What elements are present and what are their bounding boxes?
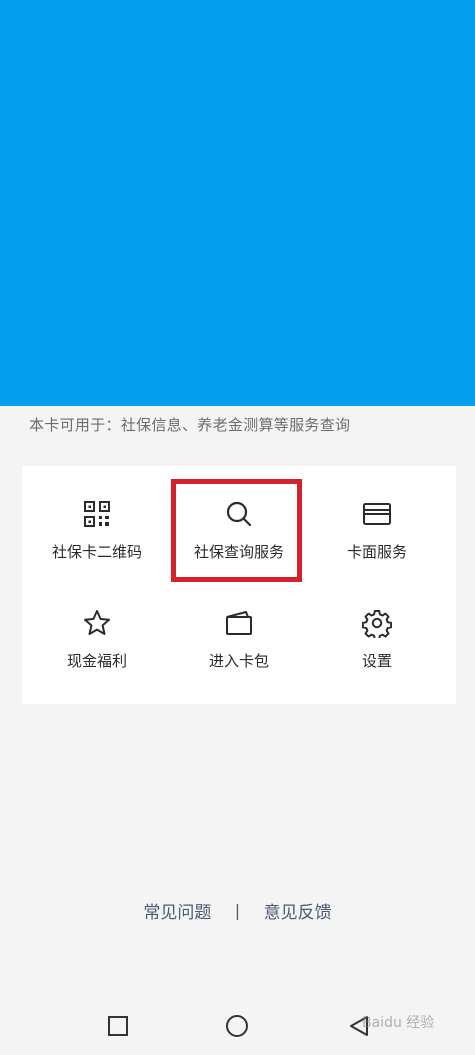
qr-code-service[interactable]: 社保卡二维码	[22, 499, 172, 562]
footer-separator: |	[234, 901, 241, 920]
service-label: 设置	[361, 652, 392, 670]
wallet-icon	[226, 611, 252, 635]
star-icon	[84, 610, 110, 635]
card-icon	[363, 503, 391, 525]
recent-apps-icon[interactable]	[107, 1015, 129, 1037]
enter-card-wallet-service[interactable]: 进入卡包	[164, 608, 314, 671]
watermark: Baidu 经验	[362, 1015, 435, 1031]
settings-service[interactable]: 设置	[302, 608, 452, 671]
cash-benefit-service[interactable]: 现金福利	[22, 608, 172, 671]
faq-link[interactable]: 常见问题	[143, 898, 211, 923]
card-banner	[0, 0, 475, 406]
gear-icon	[362, 610, 392, 638]
qr-code-icon	[84, 501, 110, 527]
service-label: 社保卡二维码	[51, 543, 142, 561]
footer-links: 常见问题 | 意见反馈	[0, 898, 475, 923]
card-face-service[interactable]: 卡面服务	[302, 499, 452, 562]
highlight-box	[171, 479, 302, 582]
service-label: 现金福利	[66, 652, 127, 670]
home-icon[interactable]	[225, 1015, 249, 1039]
card-usage-text: 本卡可用于：社保信息、养老金测算等服务查询	[29, 416, 351, 434]
feedback-link[interactable]: 意见反馈	[264, 898, 332, 923]
service-label: 进入卡包	[208, 652, 269, 670]
service-label: 卡面服务	[346, 543, 407, 561]
